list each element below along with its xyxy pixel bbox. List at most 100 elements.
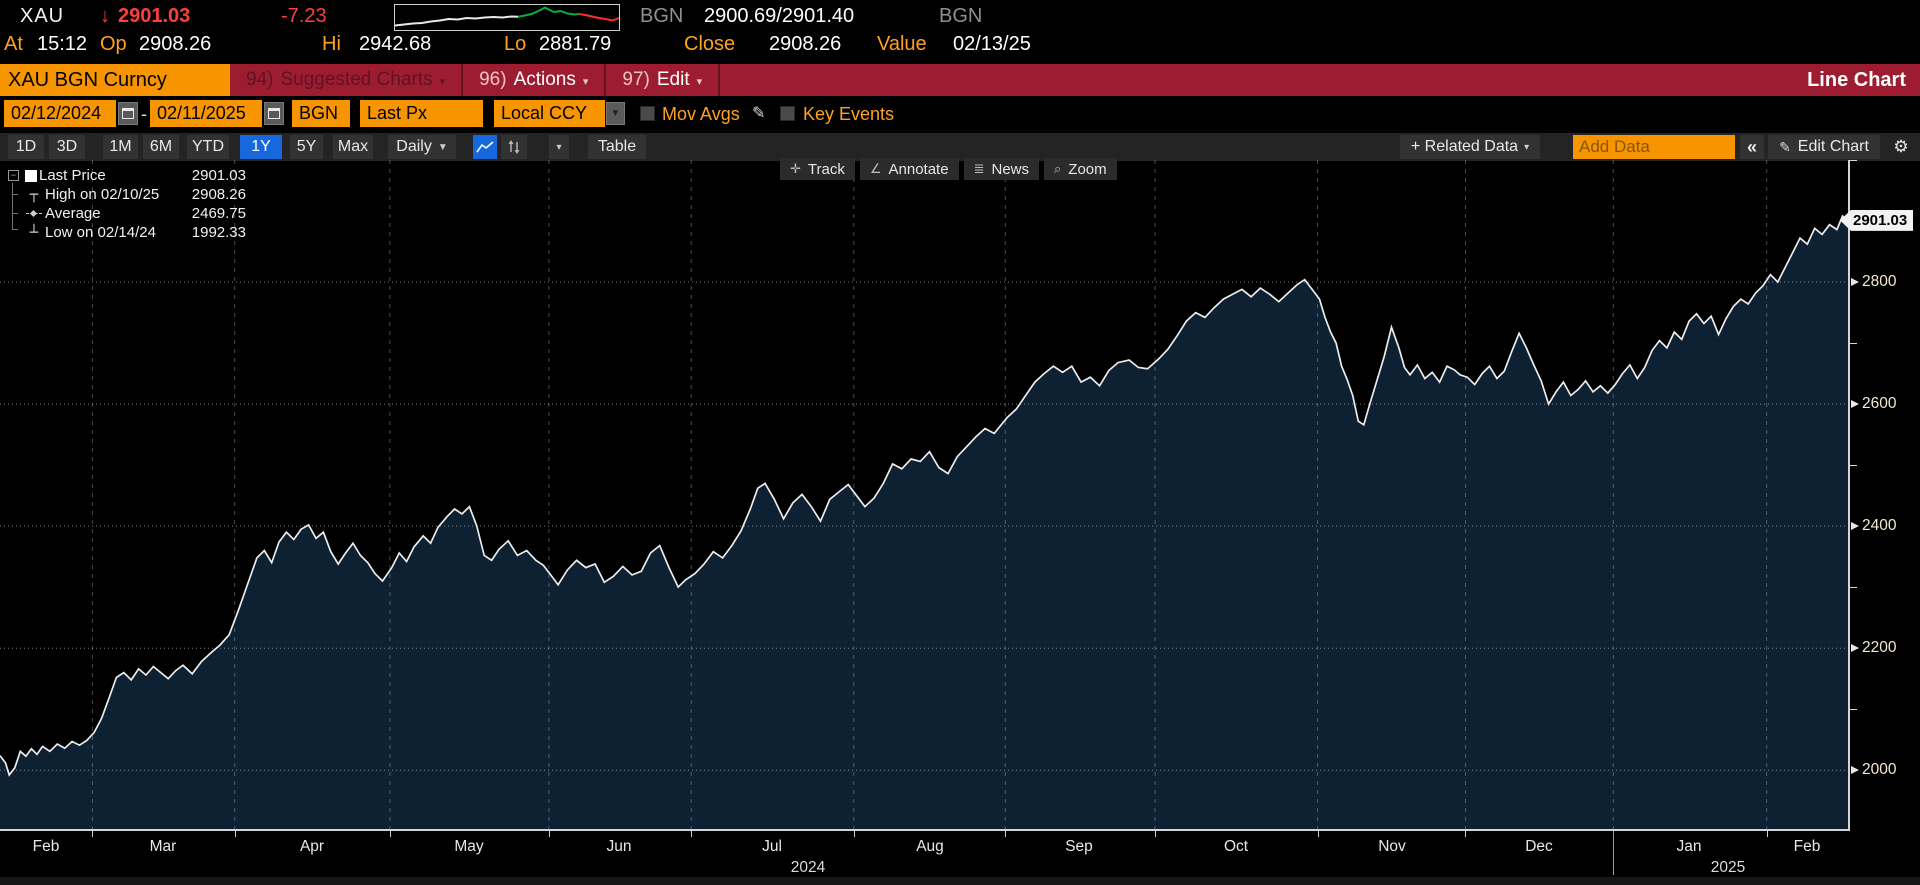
add-data-input[interactable]: [1573, 135, 1735, 159]
mov-avgs-label: Mov Avgs: [662, 104, 740, 124]
menu-suggested-charts[interactable]: 94) Suggested Charts ▾: [230, 64, 464, 96]
x-axis-line: [0, 829, 1849, 831]
chevron-down-icon: ▾: [439, 75, 446, 88]
x-axis-month-label: Feb: [1793, 838, 1821, 855]
y-axis-tick-label: 2400: [1850, 517, 1896, 535]
magnifier-icon: ⌕: [1054, 161, 1062, 176]
bid-ask-prices: 2900.69/2901.40: [704, 5, 855, 27]
range-6m[interactable]: 6M: [143, 135, 179, 159]
x-axis-month-tick: [691, 831, 692, 837]
price-chart-plot[interactable]: [0, 160, 1848, 830]
price-field-selector[interactable]: Last Px: [360, 100, 483, 127]
date-to-input[interactable]: [150, 100, 262, 127]
legend-average[interactable]: Average 2469.75: [8, 204, 246, 223]
close-label: Close: [684, 33, 736, 55]
y-axis-minor-tick: [1850, 709, 1857, 710]
y-axis-tick-label: 2600: [1850, 395, 1896, 413]
price-change: -7.23: [281, 5, 327, 27]
year-separator-line: [1613, 831, 1614, 875]
range-3d[interactable]: 3D: [49, 135, 85, 159]
down-arrow-icon: ↓: [100, 5, 110, 27]
x-axis-month-label: Jul: [762, 838, 782, 855]
menubar: XAU BGN Curncy 94) Suggested Charts ▾ 96…: [0, 64, 1920, 96]
tick-arrow-icon: [1851, 644, 1859, 653]
date-from-input[interactable]: [4, 100, 116, 127]
pencil-icon: ✎: [1779, 138, 1791, 155]
range-5y[interactable]: 5Y: [290, 135, 323, 159]
pricing-source-field[interactable]: BGN: [292, 100, 350, 127]
annotate-button[interactable]: ∠ Annotate: [859, 158, 959, 180]
x-axis-month-label: Aug: [916, 838, 944, 855]
x-axis-month-label: Feb: [32, 838, 60, 855]
x-axis-month-tick: [235, 831, 236, 837]
track-button[interactable]: ✛ Track: [780, 158, 855, 180]
table-button[interactable]: Table: [588, 135, 646, 159]
average-marker-icon: [23, 209, 45, 218]
frequency-selector[interactable]: Daily ▼: [388, 135, 456, 159]
legend-last-price[interactable]: − Last Price 2901.03: [8, 166, 246, 185]
related-data-button[interactable]: + Related Data ▾: [1400, 135, 1540, 159]
y-axis-minor-tick: [1850, 465, 1857, 466]
x-axis-month-tick: [1767, 831, 1768, 837]
query-controls: - BGN Last Px Local CCY ▼ Mov Avgs ✎ Key…: [0, 100, 1920, 131]
x-axis-month-label: May: [454, 838, 484, 855]
tree-expander-icon[interactable]: −: [8, 170, 19, 181]
line-chart-icon[interactable]: [473, 135, 497, 159]
x-axis-month-label: Nov: [1378, 838, 1406, 855]
x-axis-month-tick: [549, 831, 550, 837]
news-button[interactable]: ≣ News: [963, 158, 1039, 180]
x-axis-month-tick: [390, 831, 391, 837]
y-axis-tick-label: 2800: [1850, 273, 1896, 291]
menu-actions[interactable]: 96) Actions ▾: [463, 64, 607, 96]
y-axis-tick-label: 2000: [1850, 761, 1896, 779]
high-marker-icon: ┬: [29, 186, 39, 203]
range-1y-active[interactable]: 1Y: [240, 135, 282, 159]
key-events-checkbox[interactable]: [780, 106, 795, 121]
pencil-icon[interactable]: ✎: [752, 103, 765, 123]
last-price: 2901.03: [118, 5, 191, 27]
security-tab[interactable]: XAU BGN Curncy: [0, 64, 230, 96]
close-value: 2908.26: [769, 33, 842, 55]
mov-avgs-checkbox[interactable]: [640, 106, 655, 121]
intraday-sparkline: [394, 4, 620, 31]
chevron-down-icon: ▼: [437, 141, 448, 153]
ask-source-label: BGN: [939, 5, 983, 27]
legend-tree-stub: [12, 213, 18, 214]
tick-arrow-icon: [1851, 400, 1859, 409]
currency-dropdown-button[interactable]: ▼: [606, 102, 625, 125]
tick-arrow-icon: [1851, 522, 1859, 531]
x-axis-month-tick: [92, 831, 93, 837]
news-lines-icon: ≣: [973, 161, 985, 176]
calendar-icon[interactable]: [264, 102, 284, 125]
calendar-icon[interactable]: [118, 102, 138, 125]
collapse-panel-button[interactable]: «: [1740, 135, 1764, 159]
calendar-glyph: [122, 108, 134, 119]
calendar-glyph: [268, 108, 280, 119]
range-ytd[interactable]: YTD: [187, 135, 229, 159]
gear-icon[interactable]: ⚙: [1888, 135, 1914, 159]
edit-chart-button[interactable]: ✎ Edit Chart: [1768, 135, 1880, 159]
bottom-strip: [0, 877, 1920, 885]
chart-style-dropdown[interactable]: ▾: [549, 135, 569, 159]
y-axis-tick-label: 2200: [1850, 639, 1896, 657]
x-axis-month-tick: [854, 831, 855, 837]
menu-edit[interactable]: 97) Edit ▾: [606, 64, 721, 96]
chart-legend: − Last Price 2901.03 ┬ High on 02/10/25 …: [8, 166, 246, 242]
key-events-label: Key Events: [803, 104, 895, 124]
range-max[interactable]: Max: [333, 135, 373, 159]
chart-toolbar: 1D 3D 1M 6M YTD 1Y 5Y Max Daily ▼ ▾ Tabl…: [0, 133, 1920, 161]
x-axis-month-label: Mar: [149, 838, 177, 855]
open-label: Op: [100, 33, 127, 55]
legend-high[interactable]: ┬ High on 02/10/25 2908.26: [8, 185, 246, 204]
zoom-button[interactable]: ⌕ Zoom: [1044, 158, 1117, 180]
range-1d[interactable]: 1D: [8, 135, 44, 159]
currency-selector[interactable]: Local CCY: [494, 100, 605, 127]
axis-scale-icon[interactable]: [501, 135, 527, 159]
tick-arrow-icon: [1851, 278, 1859, 287]
legend-low[interactable]: ┴ Low on 02/14/24 1992.33: [8, 223, 246, 242]
last-price-axis-tag: 2901.03: [1840, 209, 1914, 231]
x-axis-month-label: Oct: [1223, 838, 1249, 855]
legend-tree-rail: [12, 183, 13, 229]
menubar-spacer: [720, 64, 1807, 96]
range-1m[interactable]: 1M: [103, 135, 138, 159]
